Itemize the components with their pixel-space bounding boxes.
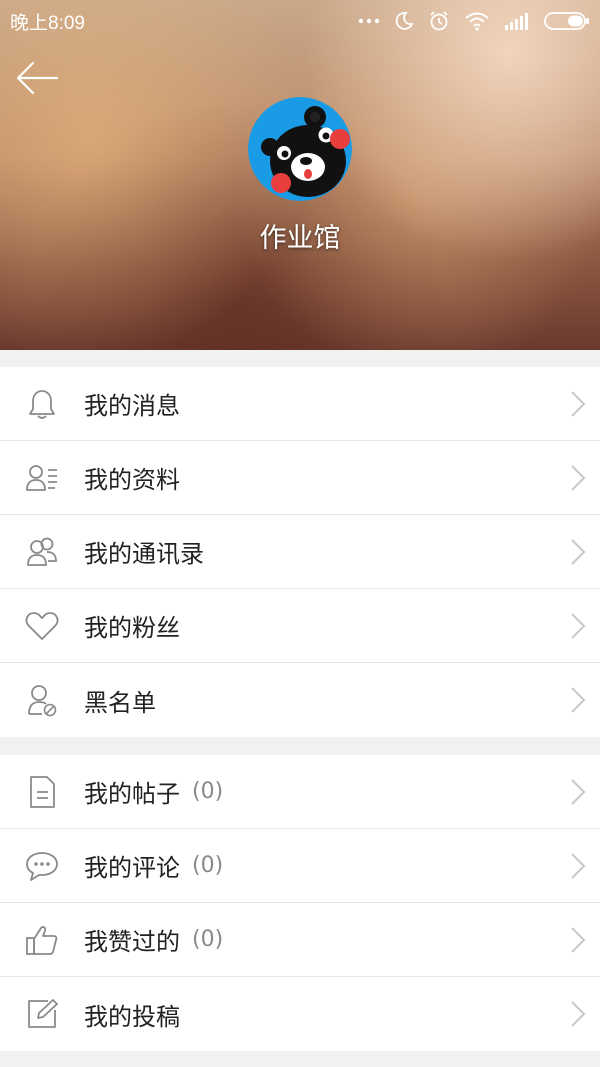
bell-icon: [29, 389, 55, 419]
alarm-icon: [430, 11, 448, 31]
menu-item-profile[interactable]: 我的资料: [0, 441, 600, 515]
username: 作业馆: [259, 223, 341, 254]
chevron-right-icon: [571, 778, 586, 805]
moon-icon: [395, 12, 414, 30]
back-arrow-icon: [16, 61, 59, 95]
status-bar: 晚上8:09: [0, 0, 600, 42]
avatar[interactable]: [248, 97, 352, 201]
menu-item-label: 我的通讯录: [84, 540, 204, 568]
contacts-icon: [27, 537, 57, 566]
chevron-right-icon: [571, 687, 586, 713]
chevron-right-icon: [571, 852, 586, 879]
wifi-icon: [465, 12, 489, 31]
menu-item-submissions[interactable]: 我的投稿: [0, 977, 600, 1051]
menu-item-blacklist[interactable]: 黑名单: [0, 663, 600, 737]
heart-icon: [25, 611, 59, 640]
status-time: 晚上8:09: [10, 12, 85, 34]
menu-group-content: 我的帖子 (0) 我的评论 (0) 我赞过的 (0) 我的投稿: [0, 755, 600, 1051]
menu-item-label: 我的帖子: [84, 780, 180, 808]
menu-item-label: 我的资料: [84, 466, 180, 494]
menu-item-label: 黑名单: [84, 688, 156, 717]
liked-count: (0): [192, 927, 224, 952]
comment-icon: [26, 851, 58, 881]
battery-icon: [544, 12, 589, 30]
thumbs-up-icon: [26, 925, 58, 955]
chevron-right-icon: [571, 1001, 586, 1027]
kumamon-avatar-icon: [248, 97, 352, 201]
chevron-right-icon: [571, 390, 586, 417]
document-icon: [30, 775, 55, 808]
blocked-user-icon: [28, 685, 57, 717]
menu-item-liked[interactable]: 我赞过的 (0): [0, 903, 600, 977]
back-button[interactable]: [14, 58, 60, 98]
chevron-right-icon: [571, 612, 586, 639]
profile-header: 晚上8:09 作业馆: [0, 0, 600, 350]
menu-item-fans[interactable]: 我的粉丝: [0, 589, 600, 663]
chevron-right-icon: [571, 926, 586, 953]
menu-item-label: 我的粉丝: [84, 614, 180, 642]
signal-icon: [505, 13, 528, 30]
profile-card-icon: [26, 464, 57, 491]
menu-item-comments[interactable]: 我的评论 (0): [0, 829, 600, 903]
menu-item-label: 我的投稿: [84, 1002, 180, 1031]
more-dots-icon: [358, 18, 380, 24]
chevron-right-icon: [571, 538, 586, 565]
post-count: (0): [192, 779, 224, 804]
status-icons: [358, 10, 590, 32]
comment-count: (0): [192, 853, 224, 878]
menu-item-label: 我赞过的: [84, 928, 180, 956]
menu-item-posts[interactable]: 我的帖子 (0): [0, 755, 600, 829]
edit-icon: [28, 999, 58, 1028]
menu-item-label: 我的评论: [84, 854, 180, 882]
menu-item-contacts[interactable]: 我的通讯录: [0, 515, 600, 589]
chevron-right-icon: [571, 464, 586, 491]
menu-item-label: 我的消息: [84, 392, 180, 420]
menu-item-messages[interactable]: 我的消息: [0, 367, 600, 441]
menu-group-profile: 我的消息 我的资料 我的通讯录 我的粉丝 黑名单: [0, 367, 600, 737]
